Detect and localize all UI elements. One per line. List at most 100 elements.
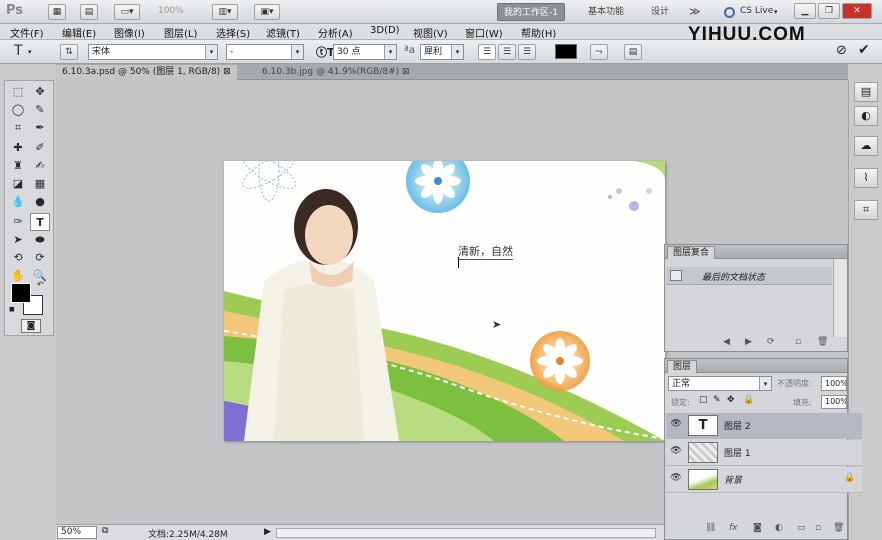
dock-transform-icon[interactable]: ⌗ — [854, 200, 878, 220]
new-comp-icon[interactable]: ▫ — [795, 337, 801, 347]
document-canvas[interactable]: 清新，自然 ➤ — [224, 161, 665, 441]
blend-mode-select[interactable]: 正常 ▾ — [668, 376, 772, 391]
status-share-icon[interactable]: ⧉ — [102, 526, 108, 536]
type-tool-preset-icon[interactable]: T — [14, 43, 23, 59]
foreground-color-swatch[interactable] — [11, 283, 31, 303]
font-family-select[interactable]: 宋体 ▾ — [88, 44, 218, 60]
add-mask-icon[interactable]: ◙ — [753, 523, 762, 533]
menu-window[interactable]: 窗口(W) — [465, 25, 503, 40]
eye-icon[interactable]: 👁 — [669, 446, 683, 458]
path-select-tool-icon[interactable]: ➤ — [8, 231, 28, 249]
prev-comp-icon[interactable]: ◀ — [723, 337, 730, 347]
tab-doc-jpg[interactable]: 6.10.3b.jpg @ 41.9%(RGB/8#) ⊠ — [256, 65, 416, 80]
font-style-select[interactable]: - ▾ — [226, 44, 304, 60]
font-size-select[interactable]: 30 点 ▾ — [333, 44, 397, 60]
close-icon[interactable]: ✕ — [842, 3, 872, 19]
panel-scrollbar[interactable] — [833, 259, 847, 337]
workspace-essentials[interactable]: 基本功能 — [582, 3, 630, 21]
eyedropper-tool-icon[interactable]: ✒ — [30, 119, 50, 137]
clone-stamp-tool-icon[interactable]: ♜ — [8, 157, 28, 175]
workspace-my[interactable]: 我的工作区-1 — [497, 3, 565, 21]
healing-brush-tool-icon[interactable]: ✚ — [8, 139, 28, 157]
crop-tool-icon[interactable]: ⌗ — [8, 119, 28, 137]
cs-live-dropdown-icon[interactable]: ▾ — [774, 8, 778, 16]
menu-help[interactable]: 帮助(H) — [521, 25, 556, 40]
menu-filter[interactable]: 滤镜(T) — [266, 25, 300, 40]
lock-transparency-icon[interactable]: ▢ — [699, 395, 708, 405]
align-left-icon[interactable]: ☰ — [478, 44, 496, 60]
delete-comp-icon[interactable]: 🗑 — [817, 337, 828, 347]
new-layer-icon[interactable]: ▫ — [815, 523, 821, 533]
arrange-documents-icon[interactable]: ▥▾ — [212, 4, 238, 20]
move-tool-icon[interactable]: ✥ — [30, 83, 50, 101]
close-tab-icon[interactable]: ⊠ — [402, 67, 410, 77]
swap-colors-icon[interactable]: ↶ — [37, 280, 44, 289]
ellipse-tool-icon[interactable]: ⬬ — [30, 231, 50, 249]
minimize-icon[interactable]: ▁ — [794, 3, 816, 19]
status-zoom-input[interactable]: 50% — [57, 526, 97, 539]
commit-edit-icon[interactable]: ✔ — [858, 42, 870, 58]
update-comp-icon[interactable]: ⟳ — [767, 337, 775, 347]
eraser-tool-icon[interactable]: ◪ — [8, 175, 28, 193]
layer-row[interactable]: 👁 T 图层 2 — [666, 413, 862, 439]
lock-pixels-icon[interactable]: ✎ — [713, 395, 721, 405]
gradient-tool-icon[interactable]: ▦ — [30, 175, 50, 193]
menu-3d[interactable]: 3D(D) — [370, 25, 400, 36]
dock-3d-icon[interactable]: ☁ — [854, 136, 878, 156]
character-panel-icon[interactable]: ▤ — [624, 44, 642, 60]
3d-orbit-tool-icon[interactable]: ⟳ — [30, 249, 50, 267]
comp-apply-icon[interactable] — [670, 270, 682, 281]
brush-tool-icon[interactable]: ✐ — [30, 139, 50, 157]
tab-layers[interactable]: 图层 — [667, 360, 698, 373]
adjustment-layer-icon[interactable]: ◐ — [775, 523, 783, 533]
preset-dropdown-icon[interactable]: ▾ — [28, 48, 32, 56]
3d-rotate-tool-icon[interactable]: ⟲ — [8, 249, 28, 267]
layer-row[interactable]: 👁 背景 🔒 — [666, 467, 862, 493]
menu-edit[interactable]: 编辑(E) — [62, 25, 96, 40]
horizontal-scrollbar[interactable] — [276, 528, 656, 538]
blur-tool-icon[interactable]: 💧 — [8, 193, 28, 211]
cs-live-button[interactable]: CS Live — [740, 6, 773, 16]
quick-mask-icon[interactable]: ◙ — [21, 319, 41, 333]
restore-icon[interactable]: ❐ — [818, 3, 840, 19]
new-group-icon[interactable]: ▭ — [797, 523, 806, 533]
fill-input[interactable]: 100% — [821, 395, 847, 409]
type-tool-icon[interactable]: T — [30, 213, 50, 231]
next-comp-icon[interactable]: ▶ — [745, 337, 752, 347]
menu-image[interactable]: 图像(I) — [114, 25, 145, 40]
opacity-input[interactable]: 100% — [821, 376, 847, 391]
menu-select[interactable]: 选择(S) — [216, 25, 250, 40]
anti-alias-select[interactable]: 犀利 ▾ — [420, 44, 464, 60]
dock-paths-icon[interactable]: ⌇ — [854, 168, 878, 188]
fx-icon[interactable]: fx — [729, 523, 738, 533]
menu-file[interactable]: 文件(F) — [10, 25, 44, 40]
dodge-tool-icon[interactable]: ● — [30, 193, 50, 211]
menu-layer[interactable]: 图层(L) — [164, 25, 197, 40]
pen-tool-icon[interactable]: ✑ — [8, 213, 28, 231]
delete-layer-icon[interactable]: 🗑 — [833, 523, 844, 533]
tab-doc-psd[interactable]: 6.10.3a.psd @ 50% (图层 1, RGB/8) ⊠ — [56, 65, 237, 80]
history-brush-tool-icon[interactable]: ✍ — [30, 157, 50, 175]
menu-view[interactable]: 视图(V) — [413, 25, 448, 40]
text-color-swatch[interactable] — [555, 44, 577, 59]
layer-comp-row[interactable]: 最后的文档状态 — [666, 267, 832, 285]
link-layers-icon[interactable]: ⛓ — [705, 523, 716, 533]
close-tab-icon[interactable]: ⊠ — [223, 67, 231, 77]
screen-mode-icon[interactable]: ▣▾ — [254, 4, 280, 20]
tab-layer-comps[interactable]: 图层复合 — [667, 246, 716, 259]
default-colors-icon[interactable]: ◼ — [9, 305, 15, 313]
dock-masks-icon[interactable]: ◐ — [854, 106, 878, 126]
align-center-icon[interactable]: ☰ — [498, 44, 516, 60]
quick-select-tool-icon[interactable]: ✎ — [30, 101, 50, 119]
bridge-icon[interactable]: ▦ — [48, 4, 66, 20]
marquee-tool-icon[interactable]: ⬚ — [8, 83, 28, 101]
view-extras-icon[interactable]: ▭▾ — [114, 4, 140, 20]
more-workspaces-icon[interactable]: ≫ — [683, 3, 707, 21]
workspace-design[interactable]: 设计 — [645, 3, 675, 21]
layer-row[interactable]: 👁 图层 1 — [666, 440, 862, 466]
dock-adjustments-icon[interactable]: ▤ — [854, 82, 878, 102]
lock-all-icon[interactable]: 🔒 — [743, 395, 754, 405]
align-right-icon[interactable]: ☰ — [518, 44, 536, 60]
text-orientation-icon[interactable]: ⇅ — [60, 44, 78, 60]
cancel-edit-icon[interactable]: ⊘ — [836, 43, 847, 58]
